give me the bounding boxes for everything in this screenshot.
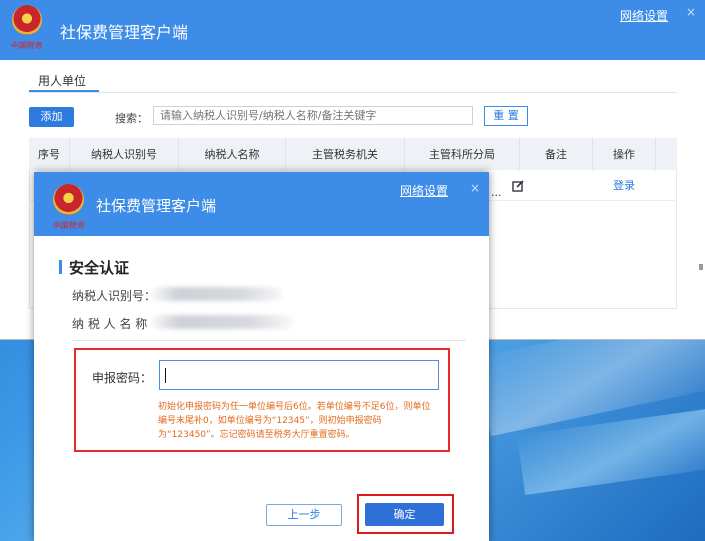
password-input[interactable] bbox=[159, 360, 439, 390]
column-header-spacer bbox=[655, 138, 677, 170]
column-header: 序号 bbox=[29, 138, 70, 170]
divider bbox=[72, 340, 466, 341]
network-settings-link[interactable]: 网络设置 bbox=[400, 182, 448, 199]
previous-button[interactable]: 上一步 bbox=[266, 504, 342, 526]
taxpayer-name-label: 纳 税 人 名 称 bbox=[72, 317, 148, 331]
dialog-titlebar: 中国税务 社保费管理客户端 网络设置 × bbox=[34, 172, 489, 236]
emblem-caption: 中国税务 bbox=[52, 221, 84, 230]
close-icon[interactable]: × bbox=[686, 5, 696, 19]
search-label: 搜索： bbox=[115, 112, 148, 125]
tab-divider bbox=[29, 92, 677, 93]
password-label: 申报密码： bbox=[92, 371, 153, 385]
scrollbar-mark[interactable] bbox=[699, 264, 703, 270]
column-header: 主管科所分局 bbox=[404, 138, 520, 170]
confirm-button[interactable]: 确定 bbox=[365, 503, 444, 526]
edit-remark-icon[interactable] bbox=[512, 180, 524, 195]
column-header: 备注 bbox=[519, 138, 593, 170]
emblem-caption: 中国税务 bbox=[10, 41, 42, 50]
tab-employer[interactable]: 用人单位 bbox=[38, 72, 86, 89]
column-header: 纳税人名称 bbox=[178, 138, 286, 170]
search-input[interactable] bbox=[153, 106, 473, 125]
login-link[interactable]: 登录 bbox=[613, 179, 635, 192]
table-header-row: 序号 纳税人识别号 纳税人名称 主管税务机关 主管科所分局 备注 操作 bbox=[29, 138, 677, 170]
network-settings-link[interactable]: 网络设置 bbox=[620, 7, 668, 24]
column-header: 操作 bbox=[592, 138, 656, 170]
redacted-taxpayer-name bbox=[152, 315, 292, 329]
cell-ellipsis: ... bbox=[491, 186, 502, 199]
redacted-taxpayer-id bbox=[152, 287, 282, 301]
column-header: 主管税务机关 bbox=[285, 138, 405, 170]
section-title: 安全认证 bbox=[69, 259, 130, 277]
add-button[interactable]: 添加 bbox=[29, 107, 74, 127]
security-auth-dialog: 中国税务 社保费管理客户端 网络设置 × 安全认证 纳税人识别号： 纳 税 人 … bbox=[34, 172, 489, 541]
text-caret bbox=[165, 368, 166, 383]
column-header: 纳税人识别号 bbox=[69, 138, 179, 170]
national-emblem-icon bbox=[53, 184, 84, 215]
taxpayer-id-label: 纳税人识别号： bbox=[72, 289, 157, 303]
main-window-titlebar: 中国税务 社保费管理客户端 网络设置 × bbox=[0, 0, 705, 60]
dialog-app-title: 社保费管理客户端 bbox=[96, 197, 217, 215]
section-marker bbox=[59, 260, 62, 274]
close-icon[interactable]: × bbox=[470, 181, 480, 195]
password-hint: 初始化申报密码为任一单位编号后6位。若单位编号不足6位，则单位编号末尾补0，如单… bbox=[158, 402, 431, 440]
reset-button[interactable]: 重 置 bbox=[484, 106, 528, 126]
national-emblem-icon bbox=[12, 5, 42, 35]
app-title: 社保费管理客户端 bbox=[60, 23, 189, 42]
